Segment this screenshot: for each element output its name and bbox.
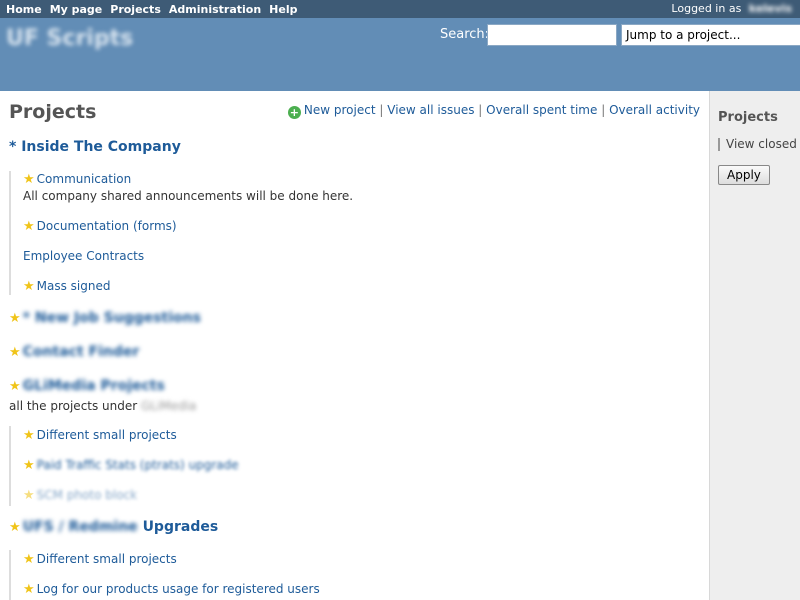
project-communication[interactable]: ★ Communication [23, 172, 131, 187]
project-description: all the projects under GLiMedia [9, 399, 196, 413]
project-redmine-upgrades[interactable]: ★ UFS / Redmine Upgrades [9, 519, 218, 535]
project-name: Employee Contracts [23, 249, 145, 263]
star-icon: ★ [23, 172, 35, 187]
top-menu: Home My page Projects Administration Hel… [0, 0, 800, 18]
project-different-small-projects[interactable]: ★ Different small projects [23, 428, 177, 443]
jump-to-project-select[interactable]: Jump to a project... [621, 24, 800, 46]
star-icon: ★ [9, 520, 21, 535]
page-title: Projects [9, 101, 97, 123]
apply-button[interactable]: Apply [718, 165, 770, 185]
child-projects-tree [9, 426, 23, 506]
separator: | [601, 103, 606, 117]
menu-home[interactable]: Home [6, 3, 42, 16]
project-name: Log for our products usage for registere… [36, 582, 320, 596]
child-projects-tree [9, 171, 23, 295]
new-project-link[interactable]: New project [304, 103, 376, 117]
logged-in-status: Logged in as kelevis [671, 2, 792, 15]
project-inside-the-company[interactable]: * Inside The Company [9, 139, 181, 155]
star-icon: ★ [23, 458, 35, 473]
star-icon: ★ [23, 279, 35, 294]
star-icon: ★ [23, 219, 35, 234]
star-icon: ★ [23, 582, 35, 597]
project-name-blurred: UFS / Redmine [22, 519, 138, 535]
project-name: Communication [36, 172, 132, 186]
project-scm-photo-block[interactable]: ★ SCM photo block [23, 488, 137, 503]
view-all-issues-link[interactable]: View all issues [387, 103, 474, 117]
separator: | [478, 103, 483, 117]
project-paid-traffic-stats[interactable]: ★ Paid Traffic Stats (ptrats) upgrade [23, 458, 239, 473]
menu-help[interactable]: Help [269, 3, 297, 16]
sidebar: Projects View closed projects Apply [709, 91, 800, 600]
project-name: Mass signed [36, 279, 111, 293]
project-description: All company shared announcements will be… [23, 189, 354, 203]
contextual-links: + New project | View all issues | Overall… [287, 103, 700, 119]
project-log-products-usage[interactable]: ★ Log for our products usage for register… [23, 582, 320, 597]
logged-in-label: Logged in as [671, 2, 742, 15]
project-name: Contact Finder [22, 344, 140, 360]
project-name: Documentation (forms) [36, 219, 177, 233]
menu-my-page[interactable]: My page [50, 3, 103, 16]
search-label: Search: [440, 27, 490, 42]
project-contact-finder[interactable]: ★ Contact Finder [9, 344, 139, 360]
project-name: Different small projects [36, 552, 177, 566]
site-title: UF Scripts [6, 26, 134, 51]
star-icon: ★ [23, 428, 35, 443]
project-employee-contracts[interactable]: Employee Contracts [23, 249, 144, 263]
overall-activity-link[interactable]: Overall activity [609, 103, 700, 117]
project-name: Upgrades [142, 519, 219, 535]
logged-in-user-link[interactable]: kelevis [749, 2, 792, 15]
add-icon: + [287, 106, 301, 119]
menu-projects[interactable]: Projects [110, 3, 161, 16]
project-mass-signed[interactable]: ★ Mass signed [23, 279, 111, 294]
separator: | [379, 103, 384, 117]
overall-spent-time-link[interactable]: Overall spent time [486, 103, 597, 117]
menu-administration[interactable]: Administration [169, 3, 261, 16]
project-name: Paid Traffic Stats (ptrats) upgrade [36, 458, 239, 472]
description-blurred: GLiMedia [141, 399, 197, 413]
project-documentation-forms[interactable]: ★ Documentation (forms) [23, 219, 177, 234]
project-name: Different small projects [36, 428, 177, 442]
project-name: SCM photo block [36, 488, 138, 502]
project-name: * Inside The Company [9, 139, 181, 155]
star-icon: ★ [9, 311, 21, 326]
search-input[interactable] [487, 24, 617, 46]
star-icon: ★ [23, 488, 35, 503]
view-closed-row: View closed projects [718, 137, 800, 151]
project-new-job-suggestions[interactable]: ★ * New Job Suggestions [9, 310, 201, 326]
child-projects-tree [9, 550, 23, 600]
main-content: Projects + New project | View all issues … [0, 91, 709, 600]
star-icon: ★ [9, 345, 21, 360]
description-text: all the projects under [9, 399, 138, 413]
project-name: * New Job Suggestions [22, 310, 201, 326]
star-icon: ★ [9, 379, 21, 394]
view-closed-label[interactable]: View closed projects [726, 137, 800, 151]
project-name: GLiMedia Projects [22, 378, 165, 394]
sidebar-title: Projects [718, 110, 778, 125]
project-different-small-projects[interactable]: ★ Different small projects [23, 552, 177, 567]
project-glimedia-projects[interactable]: ★ GLiMedia Projects [9, 378, 165, 394]
view-closed-checkbox[interactable] [718, 137, 720, 151]
header: UF Scripts Search: Jump to a project... [0, 18, 800, 91]
star-icon: ★ [23, 552, 35, 567]
